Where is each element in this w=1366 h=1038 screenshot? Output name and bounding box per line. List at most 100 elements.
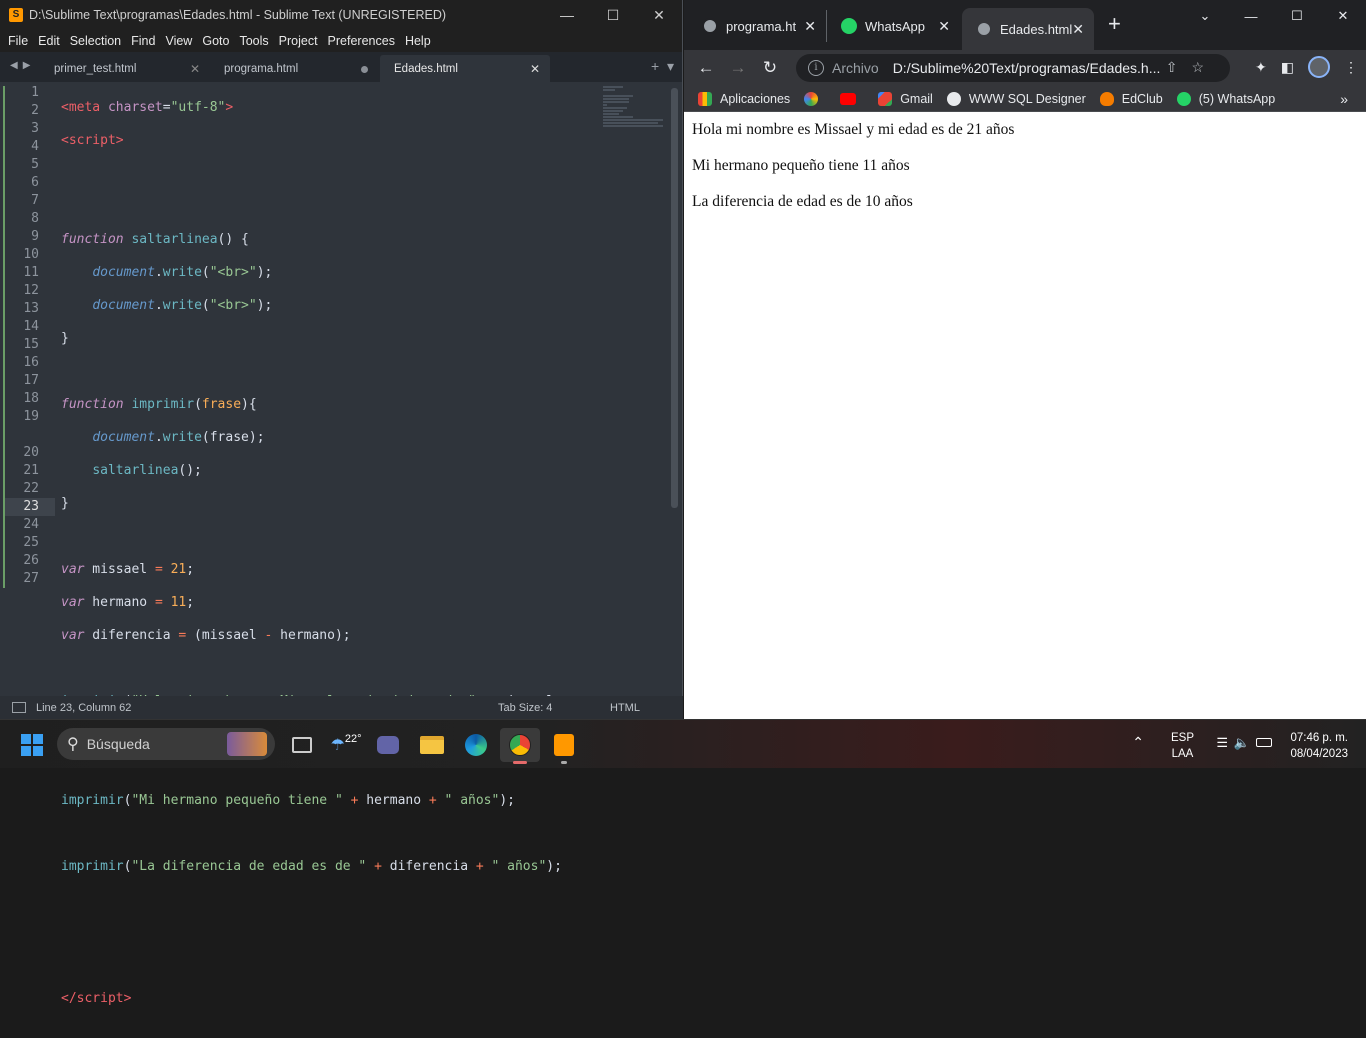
teams-chat-icon[interactable] <box>368 728 408 762</box>
whatsapp-icon <box>1176 91 1191 106</box>
menu-tools[interactable]: Tools <box>234 34 273 48</box>
new-tab-dropdown-icon[interactable]: + ▾ <box>651 58 674 75</box>
close-button[interactable]: ✕ <box>636 0 682 30</box>
page-content: Hola mi nombre es Missael y mi edad es d… <box>684 112 1366 238</box>
tab-close-icon[interactable]: ✕ <box>1072 21 1084 38</box>
kebab-menu-icon[interactable]: ⋮ <box>1344 59 1358 76</box>
menu-find[interactable]: Find <box>126 34 160 48</box>
extensions-puzzle-icon[interactable]: ✦ <box>1255 59 1267 76</box>
bookmark-youtube[interactable] <box>840 92 864 105</box>
file-explorer-icon[interactable] <box>412 728 452 762</box>
minimap[interactable] <box>603 86 665 146</box>
maximize-button[interactable]: ☐ <box>1274 0 1320 32</box>
reload-icon[interactable]: ↻ <box>754 52 786 84</box>
browser-toolbar: ← → ↻ i Archivo D:/Sublime%20Text/progra… <box>684 50 1366 86</box>
minimize-button[interactable]: — <box>544 0 590 30</box>
tab-nav-arrows-icon[interactable]: ◀▶ <box>10 60 35 71</box>
code-editor[interactable]: 1 2 3 4 5 6 7 8 9 10 11 12 13 14 15 16 17 18 19 20 21 22 23 24 2… <box>0 82 683 1006</box>
menu-help[interactable]: Help <box>400 34 436 48</box>
battery-icon[interactable] <box>1256 738 1272 747</box>
wifi-icon[interactable]: ☰ <box>1216 735 1228 751</box>
syntax-mode[interactable]: HTML <box>610 702 640 714</box>
panel-toggle-icon[interactable] <box>12 702 26 713</box>
line-number: 5 <box>31 157 39 172</box>
share-star-icon[interactable]: ⇧☆ <box>1166 59 1218 76</box>
close-button[interactable]: ✕ <box>1320 0 1366 32</box>
bookmark-gmail[interactable]: Gmail <box>878 91 933 106</box>
windows-taskbar: ⚲ Búsqueda ☂ 22° ⌃ ESP LAA ☰ 🔈 07:46 p. m… <box>0 719 1366 768</box>
line-number: 27 <box>23 571 39 586</box>
start-windows-icon[interactable] <box>12 728 52 762</box>
chrome-taskbar-icon[interactable] <box>500 728 540 764</box>
menu-edit[interactable]: Edit <box>33 34 65 48</box>
input-language[interactable]: ESP LAA <box>1171 730 1194 762</box>
sublime-window: S D:\Sublime Text\programas\Edades.html … <box>0 0 683 1006</box>
browser-tab-edades[interactable]: Edades.html ✕ <box>962 8 1094 50</box>
sublime-titlebar[interactable]: S D:\Sublime Text\programas\Edades.html … <box>0 0 682 30</box>
tab-primer-test[interactable]: primer_test.html ✕ <box>40 55 210 82</box>
tab-edades[interactable]: Edades.html ✕ <box>380 55 550 82</box>
address-bar[interactable]: i Archivo D:/Sublime%20Text/programas/Ed… <box>796 54 1230 82</box>
bookmark-pinwheel[interactable] <box>804 91 826 106</box>
tab-search-chevron-icon[interactable]: ⌄ <box>1182 0 1228 32</box>
menu-view[interactable]: View <box>160 34 197 48</box>
chrome-window: programa.htm ✕ WhatsApp ✕ Edades.html ✕ … <box>684 0 1366 719</box>
bookmark-aplicaciones[interactable]: Aplicaciones <box>698 91 790 106</box>
menu-goto[interactable]: Goto <box>197 34 234 48</box>
menu-preferences[interactable]: Preferences <box>323 34 400 48</box>
line-number <box>5 426 55 444</box>
line-number-gutter: 1 2 3 4 5 6 7 8 9 10 11 12 13 14 15 16 17 18 19 20 21 22 23 24 2… <box>5 84 55 588</box>
bookmark-sql-designer[interactable]: WWW SQL Designer <box>946 91 1086 106</box>
back-arrow-icon[interactable]: ← <box>690 52 722 84</box>
address-url[interactable]: D:/Sublime%20Text/programas/Edades.h... <box>893 60 1161 76</box>
output-line: Mi hermano pequeño tiene 11 años <box>692 157 910 174</box>
tab-programa[interactable]: programa.html <box>210 55 380 82</box>
tab-close-icon[interactable]: ✕ <box>190 62 200 76</box>
bookmark-whatsapp[interactable]: (5) WhatsApp <box>1176 91 1275 106</box>
side-panel-icon[interactable]: ◧ <box>1281 59 1294 76</box>
sublime-taskbar-icon[interactable] <box>544 728 584 764</box>
task-view-icon[interactable] <box>282 728 322 762</box>
maximize-button[interactable]: ☐ <box>590 0 636 30</box>
edge-browser-icon[interactable] <box>456 728 496 762</box>
line-number: 14 <box>23 319 39 334</box>
editor-tab-bar: ◀▶ primer_test.html ✕ programa.html Edad… <box>0 52 682 82</box>
vertical-scrollbar[interactable] <box>671 88 678 508</box>
new-tab-button[interactable]: + <box>1108 11 1121 37</box>
tab-size[interactable]: Tab Size: 4 <box>498 702 552 714</box>
menu-selection[interactable]: Selection <box>65 34 126 48</box>
line-number: 9 <box>31 229 39 244</box>
weather-widget[interactable]: ☂ 22° <box>326 728 366 762</box>
profile-avatar[interactable] <box>1308 56 1330 78</box>
minimize-button[interactable]: — <box>1228 0 1274 32</box>
bookmarks-bar: Aplicaciones Gmail WWW SQL Designer EdCl… <box>684 86 1366 112</box>
line-number: 26 <box>23 553 39 568</box>
clock[interactable]: 07:46 p. m. 08/04/2023 <box>1290 730 1348 762</box>
more-bookmarks-icon[interactable]: » <box>1340 91 1348 107</box>
forward-arrow-icon[interactable]: → <box>722 52 754 84</box>
youtube-icon <box>840 92 857 105</box>
search-highlight-icon <box>227 732 267 756</box>
bookmark-edclub[interactable]: EdClub <box>1099 91 1163 106</box>
code-content[interactable]: <meta charset="utf-8"> <script> function… <box>61 84 570 1038</box>
info-icon[interactable]: i <box>808 60 824 76</box>
line-number: 23 <box>5 498 55 516</box>
volume-icon[interactable]: 🔈 <box>1234 735 1250 751</box>
line-number: 12 <box>23 283 39 298</box>
show-hidden-icons-chevron-icon[interactable]: ⌃ <box>1132 734 1144 751</box>
line-number: 3 <box>31 121 39 136</box>
unsaved-dot-icon[interactable] <box>361 66 368 73</box>
apps-grid-icon <box>698 91 712 106</box>
line-number: 19 <box>23 409 39 424</box>
menu-bar: File Edit Selection Find View Goto Tools… <box>0 30 682 52</box>
tab-close-icon[interactable]: ✕ <box>938 18 950 35</box>
browser-tab-whatsapp[interactable]: WhatsApp ✕ <box>826 10 960 42</box>
line-number: 13 <box>23 301 39 316</box>
taskbar-search[interactable]: ⚲ Búsqueda <box>57 728 275 760</box>
menu-project[interactable]: Project <box>274 34 323 48</box>
tab-close-icon[interactable]: ✕ <box>804 18 816 35</box>
gmail-icon <box>878 91 893 106</box>
tab-close-icon[interactable]: ✕ <box>530 62 540 76</box>
menu-file[interactable]: File <box>3 34 33 48</box>
browser-tab-programa[interactable]: programa.htm ✕ <box>688 10 826 42</box>
